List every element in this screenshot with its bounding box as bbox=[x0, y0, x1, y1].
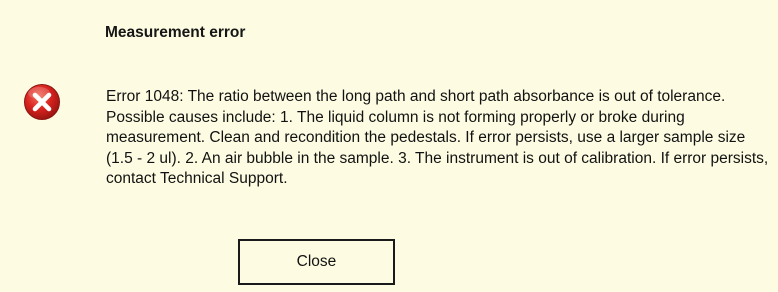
error-dialog: Measurement error Error 1048: The ratio … bbox=[0, 0, 778, 292]
error-message: Error 1048: The ratio between the long p… bbox=[106, 88, 769, 187]
dialog-title: Measurement error bbox=[105, 24, 246, 41]
close-button[interactable]: Close bbox=[238, 239, 395, 285]
error-x-icon bbox=[23, 83, 61, 121]
